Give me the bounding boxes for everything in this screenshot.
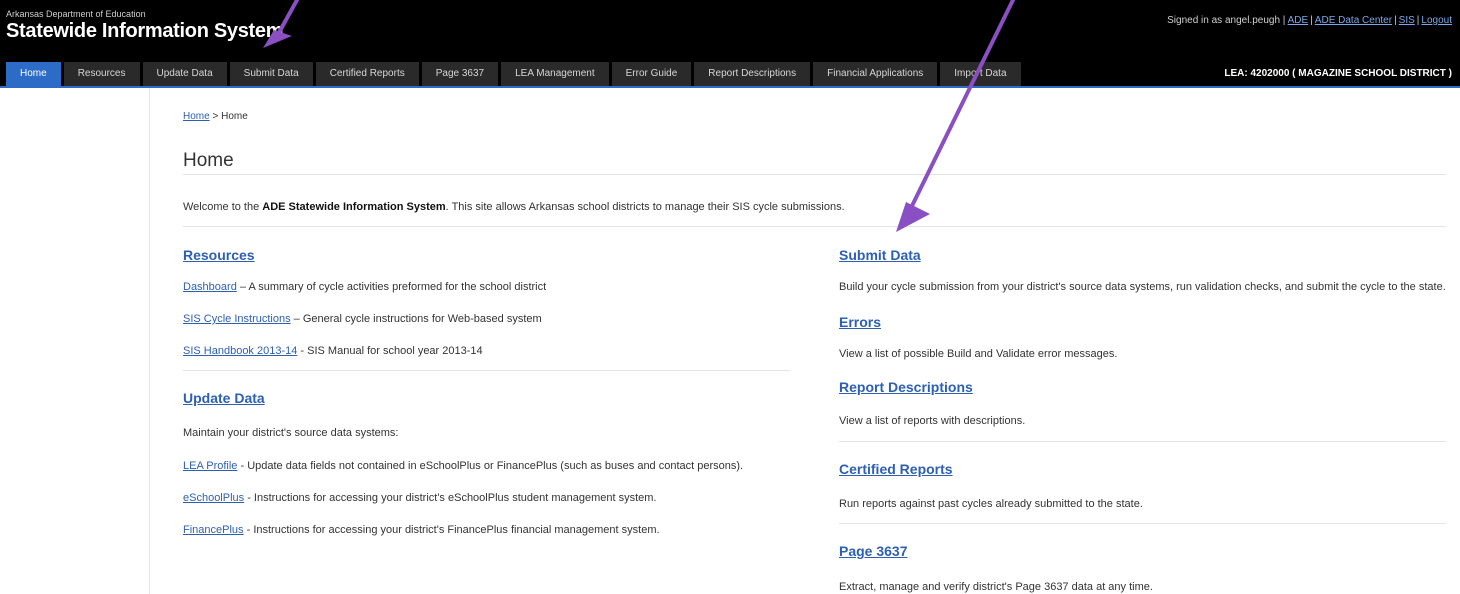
site-title: Statewide Information System [6,20,284,42]
tab-update-data[interactable]: Update Data [142,62,227,86]
lea-indicator: LEA: 4202000 ( MAGAZINE SCHOOL DISTRICT … [1224,68,1452,79]
main-nav: Home Resources Update Data Submit Data C… [6,62,1021,86]
dashboard-link[interactable]: Dashboard [183,281,237,293]
user-links: Signed in as angel.peugh | ADE | ADE Data … [1167,15,1452,26]
update-data-intro: Maintain your district's source data sys… [183,427,399,439]
welcome-divider [183,226,1446,227]
tab-report-descriptions[interactable]: Report Descriptions [694,62,811,86]
link-logout[interactable]: Logout [1421,15,1452,26]
breadcrumb-separator: > [209,111,222,122]
update-data-heading-link[interactable]: Update Data [183,390,265,406]
tab-error-guide[interactable]: Error Guide [611,62,692,86]
link-sis[interactable]: SIS [1399,15,1415,26]
report-descriptions-description: View a list of reports with descriptions… [839,415,1026,427]
update-item-lea-profile: LEA Profile - Update data fields not con… [183,460,744,472]
breadcrumb: Home > Home [183,111,248,122]
tab-resources[interactable]: Resources [63,62,140,86]
left-rail [0,88,150,594]
lea-profile-link[interactable]: LEA Profile [183,460,237,472]
errors-heading-link[interactable]: Errors [839,314,881,330]
tab-financial-applications[interactable]: Financial Applications [813,62,938,86]
certified-reports-description: Run reports against past cycles already … [839,498,1143,510]
link-ade[interactable]: ADE [1288,15,1309,26]
certified-divider [839,523,1446,524]
page-title: Home [183,150,234,171]
signed-in-text: Signed in as angel.peugh | [1167,15,1286,26]
welcome-text: Welcome to the ADE Statewide Information… [183,201,845,213]
link-ade-data-center[interactable]: ADE Data Center [1315,15,1392,26]
tab-lea-management[interactable]: LEA Management [501,62,609,86]
site-header: Arkansas Department of Education Statewi… [0,0,1460,88]
resources-heading-link[interactable]: Resources [183,247,255,263]
title-divider [183,174,1446,175]
resources-divider [183,370,790,371]
tab-import-data[interactable]: Import Data [940,62,1021,86]
main-content: Home > Home Home Welcome to the ADE Stat… [183,88,1446,594]
reports-divider [839,441,1446,442]
update-item-eschoolplus: eSchoolPlus - Instructions for accessing… [183,492,657,504]
tab-page-3637[interactable]: Page 3637 [421,62,499,86]
submit-data-heading-link[interactable]: Submit Data [839,247,921,263]
errors-description: View a list of possible Build and Valida… [839,348,1118,360]
resource-item-handbook: SIS Handbook 2013-14 - SIS Manual for sc… [183,345,483,357]
certified-reports-heading-link[interactable]: Certified Reports [839,461,953,477]
breadcrumb-home-link[interactable]: Home [183,111,210,122]
resource-item-dashboard: Dashboard – A summary of cycle activitie… [183,281,547,293]
report-descriptions-heading-link[interactable]: Report Descriptions [839,379,973,395]
sis-handbook-link[interactable]: SIS Handbook 2013-14 [183,345,297,357]
breadcrumb-current: Home [221,111,248,122]
department-name: Arkansas Department of Education [6,9,146,19]
sis-cycle-instructions-link[interactable]: SIS Cycle Instructions [183,313,291,325]
page-3637-heading-link[interactable]: Page 3637 [839,543,908,559]
submit-data-description: Build your cycle submission from your di… [839,281,1446,293]
page-3637-description: Extract, manage and verify district's Pa… [839,581,1153,593]
resource-item-cycle-instructions: SIS Cycle Instructions – General cycle i… [183,313,542,325]
eschoolplus-link[interactable]: eSchoolPlus [183,492,244,504]
tab-certified-reports[interactable]: Certified Reports [315,62,419,86]
welcome-bold: ADE Statewide Information System [262,201,446,213]
tab-submit-data[interactable]: Submit Data [229,62,313,86]
tab-home[interactable]: Home [6,62,61,86]
update-item-financeplus: FinancePlus - Instructions for accessing… [183,524,660,536]
financeplus-link[interactable]: FinancePlus [183,524,244,536]
